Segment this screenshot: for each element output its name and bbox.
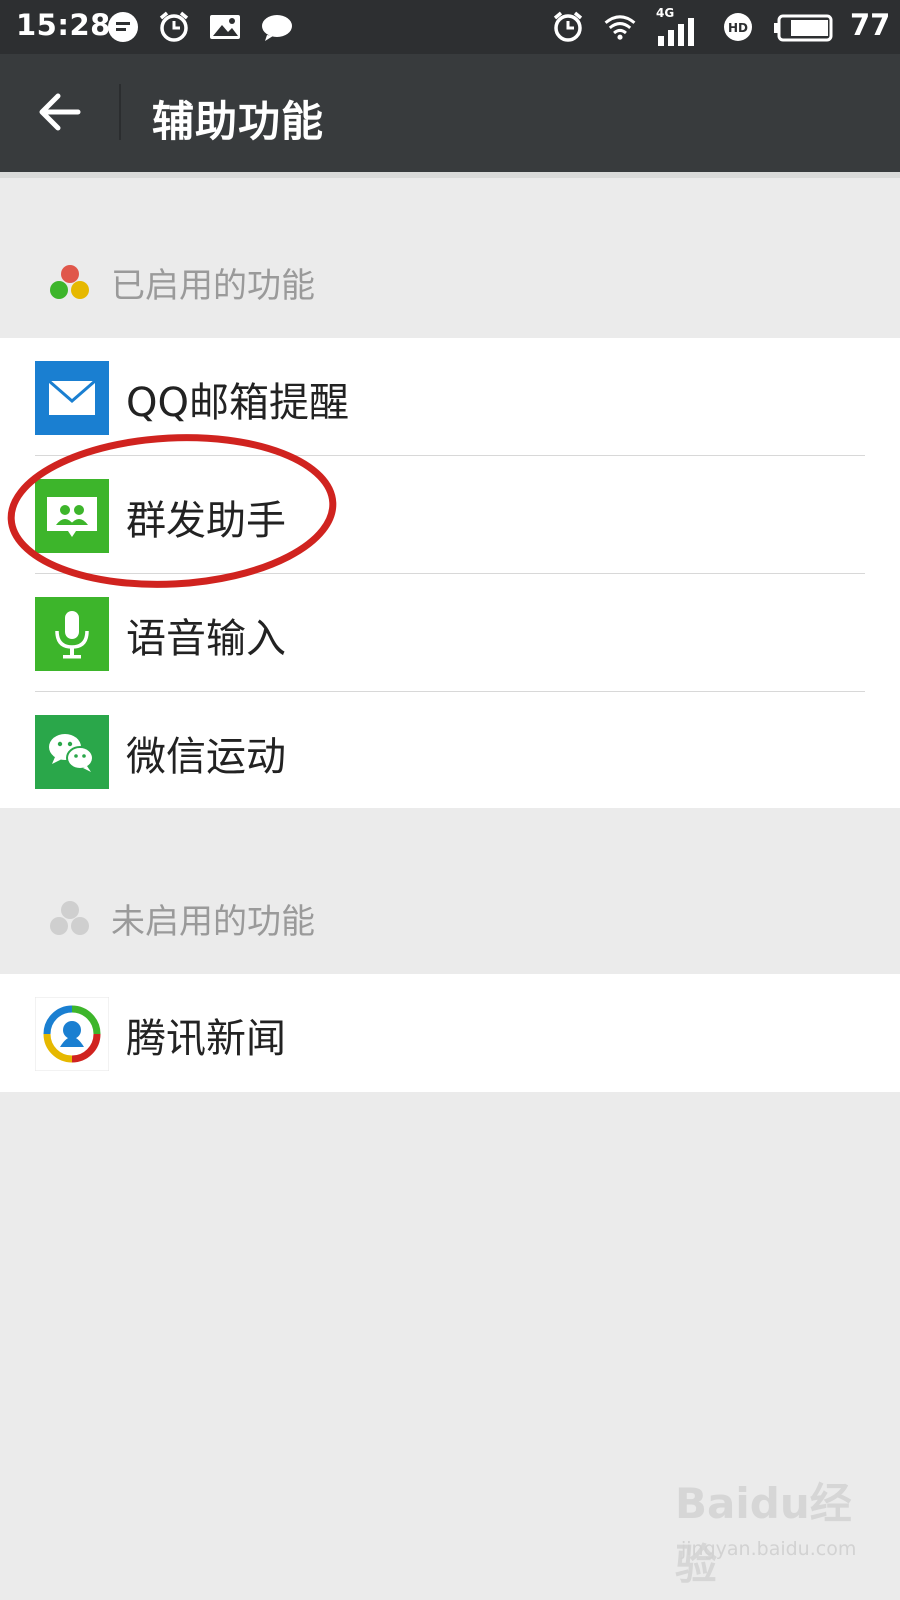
three-dots-colored-icon — [50, 265, 89, 299]
tencent-news-icon — [35, 997, 109, 1071]
enabled-section-label: 已启用的功能 — [111, 266, 315, 306]
list-item-tencent-news[interactable]: 腾讯新闻 — [0, 974, 900, 1092]
list-item-group-message[interactable]: 群发助手 — [0, 456, 900, 574]
watermark-url: jingyan.baidu.com — [681, 1538, 857, 1560]
status-time: 15:28 — [16, 8, 111, 42]
mail-icon — [35, 361, 109, 435]
page-title: 辅助功能 — [152, 97, 325, 146]
hd-icon: HD — [724, 13, 752, 41]
status-bar: 15:28 4G HD 77 — [0, 0, 900, 54]
list-item-voice-input[interactable]: 语音输入 — [0, 574, 900, 692]
enabled-section-header: 已启用的功能 — [0, 242, 900, 312]
alarm-icon — [553, 11, 583, 42]
list-item-wechat-sports[interactable]: 微信运动 — [0, 692, 900, 810]
battery-icon — [774, 14, 833, 42]
list-item-label: 微信运动 — [126, 734, 286, 780]
alarm-icon — [159, 11, 189, 42]
disabled-section-label: 未启用的功能 — [111, 902, 315, 942]
group-message-icon — [35, 479, 109, 553]
image-icon — [210, 15, 240, 39]
signal-icon: 4G — [656, 6, 702, 46]
watermark-logo: Baidu经验 — [675, 1479, 852, 1589]
arrow-left-icon[interactable] — [30, 80, 94, 144]
list-item-label: QQ邮箱提醒 — [126, 380, 349, 426]
wifi-icon — [604, 15, 636, 40]
battery-level: 77 — [850, 8, 891, 42]
chat-icon — [262, 15, 292, 41]
enabled-features-list: QQ邮箱提醒 群发助手 语音输入 微信运动 — [0, 338, 900, 808]
watermark: Baidu经验 jingyan.baidu.com — [675, 1470, 875, 1589]
message-bubble-icon — [108, 12, 138, 42]
list-item-qq-mail[interactable]: QQ邮箱提醒 — [0, 338, 900, 456]
title-divider — [119, 84, 121, 140]
list-item-label: 群发助手 — [126, 498, 286, 544]
microphone-icon — [35, 597, 109, 671]
list-item-label: 腾讯新闻 — [126, 1016, 286, 1062]
header-shadow — [0, 172, 900, 178]
svg-text:HD: HD — [728, 21, 748, 35]
disabled-features-list: 腾讯新闻 — [0, 974, 900, 1092]
three-dots-gray-icon — [50, 901, 89, 935]
title-bar: 辅助功能 — [0, 54, 900, 172]
disabled-section-header: 未启用的功能 — [0, 878, 900, 948]
wechat-icon — [35, 715, 109, 789]
list-item-label: 语音输入 — [126, 616, 286, 662]
